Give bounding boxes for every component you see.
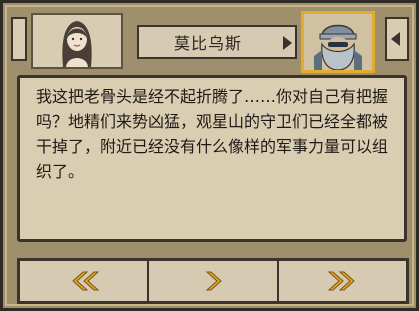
speaker-portrait-dwarf[interactable] xyxy=(301,11,375,73)
speaker-header: 莫比乌斯 xyxy=(11,11,409,73)
previous-speaker-tab[interactable] xyxy=(11,17,27,61)
chevron-right-icon xyxy=(205,271,222,291)
double-chevron-right-icon xyxy=(328,271,356,291)
dwarf-portrait-icon xyxy=(304,14,372,70)
speaker-arrow-icon xyxy=(283,36,292,50)
woman-portrait-icon xyxy=(33,15,121,67)
next-speaker-tab[interactable] xyxy=(385,17,409,61)
back-button[interactable] xyxy=(20,261,150,301)
speaker-name: 莫比乌斯 xyxy=(173,34,242,53)
dialogue-panel: 莫比乌斯 我这把老骨头是经不起折腾了……你对自己有把握吗？地精们来势凶猛，观星山… xyxy=(0,0,419,311)
dialogue-text: 我这把老骨头是经不起折腾了……你对自己有把握吗？地精们来势凶猛，观星山的守卫们已… xyxy=(36,87,389,181)
left-triangle-icon xyxy=(391,32,400,46)
dialogue-box: 我这把老骨头是经不起折腾了……你对自己有把握吗？地精们来势凶猛，观星山的守卫们已… xyxy=(17,75,407,242)
next-button[interactable] xyxy=(149,261,279,301)
npc-portrait-woman[interactable] xyxy=(31,13,123,69)
double-chevron-left-icon xyxy=(71,271,99,291)
speaker-name-bar: 莫比乌斯 xyxy=(137,25,297,59)
fast-forward-button[interactable] xyxy=(279,261,406,301)
dialogue-controls xyxy=(17,258,409,304)
